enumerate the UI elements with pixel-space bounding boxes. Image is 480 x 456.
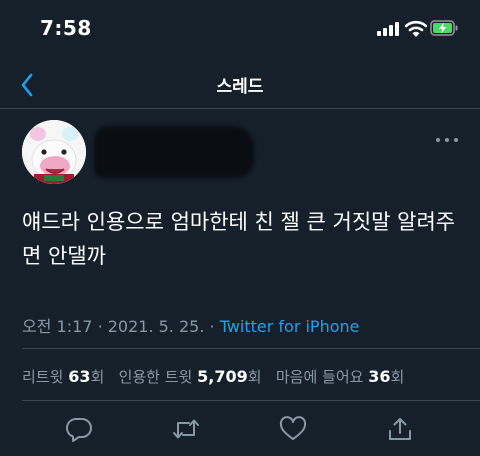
avatar[interactable]: [22, 120, 86, 184]
retweets-count: 63: [68, 367, 91, 386]
like-button[interactable]: [279, 416, 307, 442]
retweet-icon: [173, 419, 199, 439]
tweet-date: 2021. 5. 25.: [107, 317, 205, 336]
tweet-text: 얘드라 인용으로 엄마한테 친 젤 큰 거짓말 알려주면 안댈까: [22, 210, 456, 268]
redacted-username: [94, 126, 254, 178]
likes-label: 마음에 들어요: [275, 368, 364, 386]
retweets-label: 리트윗: [22, 368, 64, 386]
reply-icon: [65, 417, 92, 442]
reply-button[interactable]: [65, 416, 93, 442]
share-button[interactable]: [386, 416, 414, 442]
status-bar: 7:58: [0, 0, 480, 60]
divider: [22, 348, 480, 349]
retweets-unit: 회: [90, 368, 105, 386]
quotes-label: 인용한 트윗: [118, 368, 193, 386]
separator-dot: ·: [97, 317, 108, 336]
wifi-icon: [405, 20, 427, 37]
heart-icon: [279, 416, 307, 440]
likes-unit: 회: [390, 368, 405, 386]
battery-charging-icon: [430, 20, 458, 36]
navigation-bar: 스레드: [0, 60, 480, 109]
divider: [22, 400, 480, 401]
tweet-metadata: 오전 1:17 · 2021. 5. 25. · Twitter for iPh…: [22, 313, 360, 337]
avatar-image: [22, 120, 86, 184]
quotes-count: 5,709: [197, 367, 248, 386]
quotes-stat[interactable]: 인용한 트윗 5,709회: [118, 367, 262, 386]
retweets-stat[interactable]: 리트윗 63회: [22, 367, 105, 386]
tweet-stats: 리트윗 63회 인용한 트윗 5,709회 마음에 들어요 36회: [22, 366, 404, 387]
share-icon: [389, 418, 411, 440]
retweet-button[interactable]: [172, 416, 200, 442]
tweet-source-link[interactable]: Twitter for iPhone: [220, 317, 360, 336]
more-options-button[interactable]: [434, 132, 460, 148]
tweet-time: 오전 1:17: [22, 317, 93, 336]
separator-dot: ·: [209, 317, 220, 336]
status-time: 7:58: [40, 16, 92, 40]
quotes-unit: 회: [247, 368, 262, 386]
likes-count: 36: [368, 367, 391, 386]
cellular-signal-icon: [377, 22, 401, 36]
page-title: 스레드: [216, 77, 264, 97]
tweet-actions: [0, 412, 480, 446]
likes-stat[interactable]: 마음에 들어요 36회: [275, 367, 405, 386]
